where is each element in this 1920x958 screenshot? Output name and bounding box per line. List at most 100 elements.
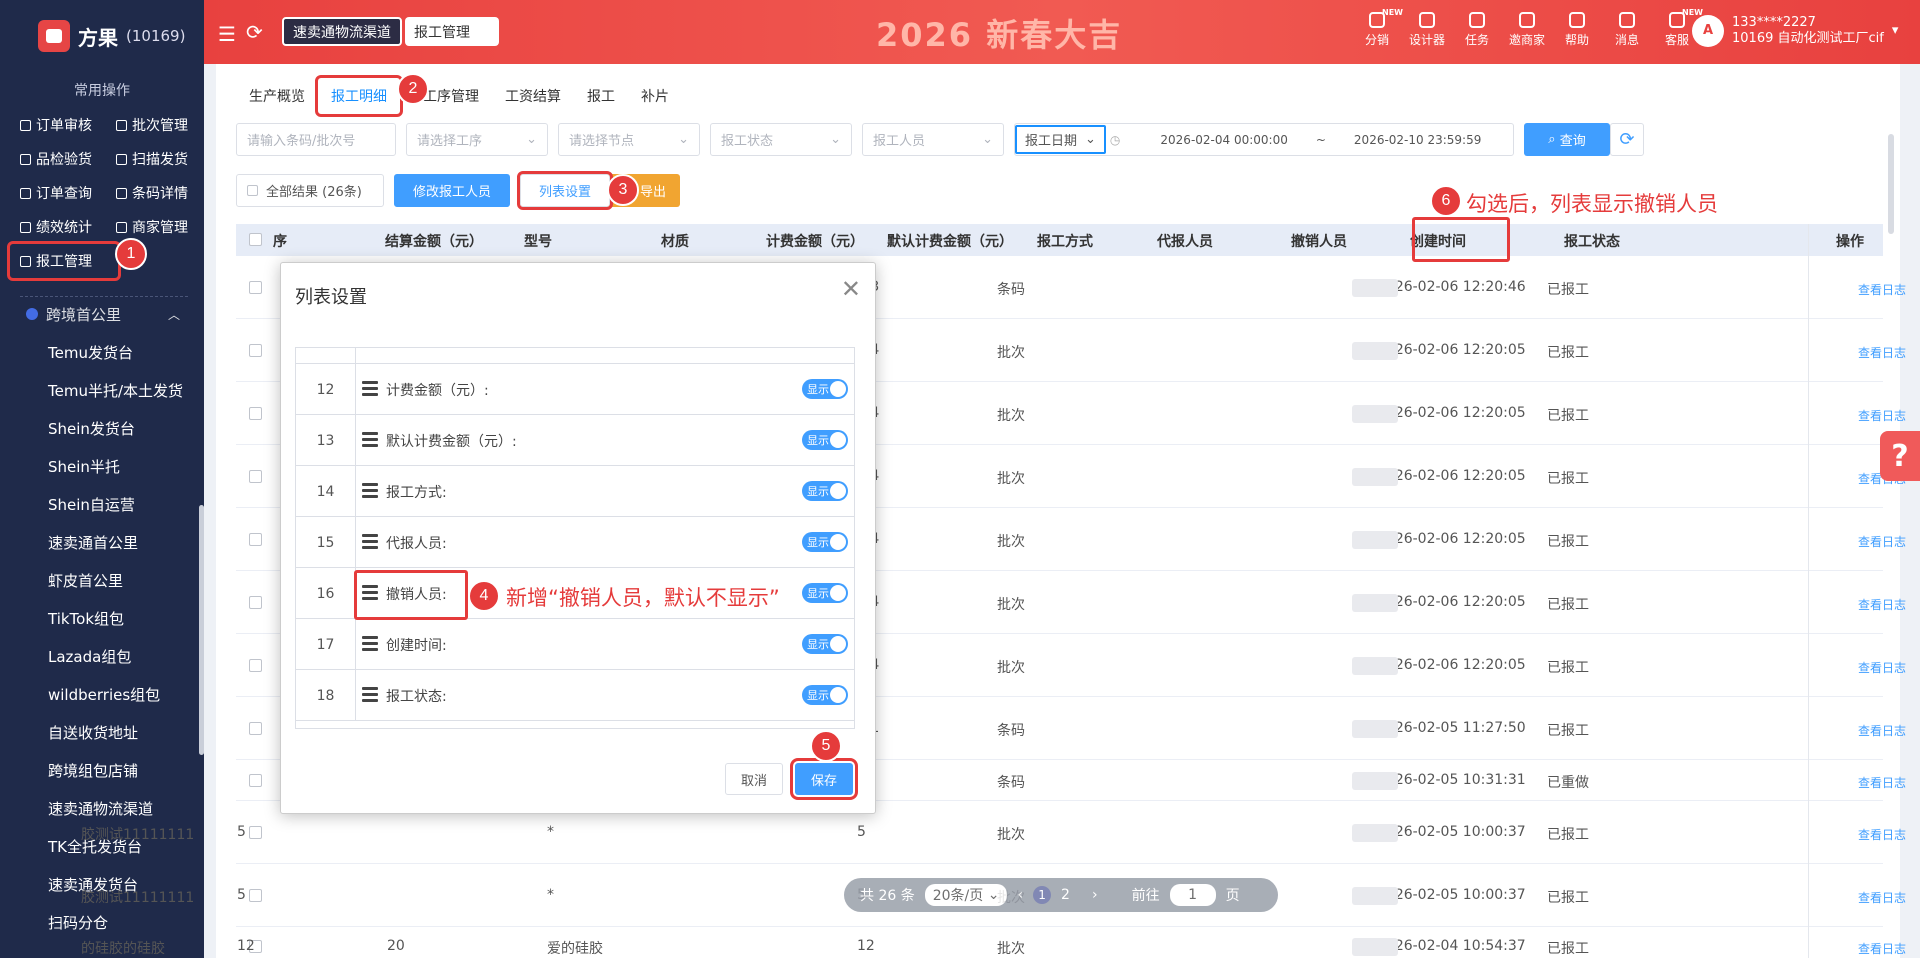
row-checkbox[interactable]: [249, 596, 262, 609]
tab-sellexpress-channel[interactable]: 速卖通物流渠道: [282, 17, 402, 46]
view-log-link[interactable]: 查看日志: [1858, 533, 1906, 550]
tool-4[interactable]: 帮助: [1552, 12, 1602, 48]
main-scrollbar[interactable]: [1888, 134, 1894, 234]
tool-3[interactable]: 邀商家: [1502, 12, 1552, 48]
quick-op-3[interactable]: 扫描发货: [116, 142, 204, 176]
view-log-link[interactable]: 查看日志: [1858, 281, 1906, 298]
view-log-link[interactable]: 查看日志: [1858, 722, 1906, 739]
page-1[interactable]: 1: [1033, 886, 1052, 904]
tool-1[interactable]: 设计器: [1402, 12, 1452, 48]
drag-handle-icon[interactable]: [362, 636, 378, 652]
save-button[interactable]: 保存: [790, 758, 858, 800]
sidebar-item-4[interactable]: Shein自运营: [0, 485, 204, 523]
date-range[interactable]: 报工日期 ⌄ ◷ 2026-02-04 00:00:00 ~ 2026-02-10…: [1014, 123, 1514, 156]
reset-button[interactable]: ⟳: [1610, 123, 1644, 156]
row-checkbox[interactable]: [249, 533, 262, 546]
prev-page-icon[interactable]: ‹: [1017, 887, 1023, 903]
tab-1[interactable]: 报工明细: [315, 75, 403, 117]
sidebar-item-10[interactable]: 自送收货地址: [0, 713, 204, 751]
tab-0[interactable]: 生产概览: [236, 78, 318, 114]
show-toggle[interactable]: 显示: [802, 379, 848, 399]
date-end[interactable]: 2026-02-10 23:59:59: [1354, 133, 1481, 147]
quick-op-5[interactable]: 条码详情: [116, 176, 204, 210]
drag-handle-icon[interactable]: [362, 381, 378, 397]
show-toggle[interactable]: 显示: [802, 634, 848, 654]
show-toggle[interactable]: 显示: [802, 430, 848, 450]
sidebar-item-3[interactable]: Shein半托: [0, 447, 204, 485]
process-select[interactable]: 请选择工序 ⌄: [406, 123, 548, 156]
group-cross-border[interactable]: 跨境首公里 ︿: [0, 301, 204, 327]
show-toggle[interactable]: 显示: [802, 347, 848, 348]
sidebar-item-5[interactable]: 速卖通首公里: [0, 523, 204, 561]
person-select[interactable]: 报工人员 ⌄: [862, 123, 1004, 156]
select-all-results[interactable]: 全部结果 (26条): [236, 174, 384, 207]
view-log-link[interactable]: 查看日志: [1858, 407, 1906, 424]
sidebar-item-12[interactable]: 速卖通物流渠道: [0, 789, 204, 827]
row-checkbox[interactable]: [249, 889, 262, 902]
sidebar-item-0[interactable]: Temu发货台: [0, 333, 204, 371]
row-checkbox[interactable]: [249, 826, 262, 839]
show-toggle[interactable]: 显示: [802, 481, 848, 501]
query-button[interactable]: ⌕ 查询: [1524, 123, 1610, 156]
node-select[interactable]: 请选择节点 ⌄: [558, 123, 700, 156]
pager-size-select[interactable]: 20条/页 ⌄: [924, 884, 1008, 906]
quick-op-0[interactable]: 订单审核: [20, 108, 114, 142]
view-log-link[interactable]: 查看日志: [1858, 940, 1906, 957]
tab-3[interactable]: 工资结算: [492, 78, 574, 114]
barcode-input[interactable]: 请输入条码/批次号: [236, 123, 396, 156]
row-checkbox[interactable]: [249, 774, 262, 787]
quick-op-8[interactable]: 报工管理: [7, 241, 121, 281]
show-toggle[interactable]: 显示: [802, 583, 848, 603]
view-log-link[interactable]: 查看日志: [1858, 774, 1906, 791]
quick-op-1[interactable]: 批次管理: [116, 108, 204, 142]
sidebar-item-6[interactable]: 虾皮首公里: [0, 561, 204, 599]
date-start[interactable]: 2026-02-04 00:00:00: [1160, 133, 1287, 147]
refresh-icon[interactable]: ⟳: [246, 20, 263, 44]
tool-0[interactable]: 分销 NEW: [1352, 8, 1403, 48]
quick-op-2[interactable]: 品检验货: [20, 142, 114, 176]
view-log-link[interactable]: 查看日志: [1858, 826, 1906, 843]
page-2[interactable]: 2: [1061, 887, 1070, 903]
help-float-button[interactable]: ?: [1880, 431, 1920, 481]
sidebar-item-2[interactable]: Shein发货台: [0, 409, 204, 447]
pager-goto-input[interactable]: 1: [1169, 884, 1216, 906]
sidebar-item-9[interactable]: wildberries组包: [0, 675, 204, 713]
tab-report-management[interactable]: 报工管理: [405, 17, 499, 46]
quick-op-6[interactable]: 绩效统计: [20, 210, 114, 244]
tab-5[interactable]: 补片: [628, 78, 682, 114]
quick-op-4[interactable]: 订单查询: [20, 176, 114, 210]
view-log-link[interactable]: 查看日志: [1858, 889, 1906, 906]
status-select[interactable]: 报工状态 ⌄: [710, 123, 852, 156]
sidebar-item-7[interactable]: TikTok组包: [0, 599, 204, 637]
sidebar-item-1[interactable]: Temu半托/本土发货: [0, 371, 204, 409]
sidebar-item-8[interactable]: Lazada组包: [0, 637, 204, 675]
tool-5[interactable]: 消息: [1602, 12, 1652, 48]
view-log-link[interactable]: 查看日志: [1858, 344, 1906, 361]
menu-toggle-icon[interactable]: ☰: [218, 22, 236, 46]
close-icon[interactable]: ✕: [841, 275, 861, 303]
row-checkbox[interactable]: [249, 470, 262, 483]
column-settings-button[interactable]: 列表设置: [517, 171, 613, 210]
view-log-link[interactable]: 查看日志: [1858, 596, 1906, 613]
sidebar-scrollbar[interactable]: [199, 505, 204, 755]
view-log-link[interactable]: 查看日志: [1858, 659, 1906, 676]
drag-handle-icon[interactable]: [362, 432, 378, 448]
row-checkbox[interactable]: [249, 722, 262, 735]
row-checkbox[interactable]: [249, 407, 262, 420]
sidebar-item-15[interactable]: 扫码分仓: [0, 903, 204, 941]
tool-2[interactable]: 任务: [1452, 12, 1502, 48]
user-menu[interactable]: A 133****2227 10169 自动化测试工厂cif ▾: [1692, 15, 1898, 47]
show-toggle[interactable]: 显示: [802, 685, 848, 705]
drag-handle-icon[interactable]: [362, 687, 378, 703]
show-toggle[interactable]: 显示: [802, 532, 848, 552]
row-checkbox[interactable]: [249, 281, 262, 294]
row-checkbox[interactable]: [249, 344, 262, 357]
header-checkbox[interactable]: [249, 233, 262, 246]
tab-4[interactable]: 报工: [574, 78, 628, 114]
drag-handle-icon[interactable]: [362, 483, 378, 499]
next-page-icon[interactable]: ›: [1092, 887, 1098, 903]
drag-handle-icon[interactable]: [362, 534, 378, 550]
modify-person-button[interactable]: 修改报工人员: [394, 174, 510, 207]
cancel-button[interactable]: 取消: [725, 763, 783, 795]
date-type-select[interactable]: 报工日期 ⌄: [1015, 125, 1106, 154]
